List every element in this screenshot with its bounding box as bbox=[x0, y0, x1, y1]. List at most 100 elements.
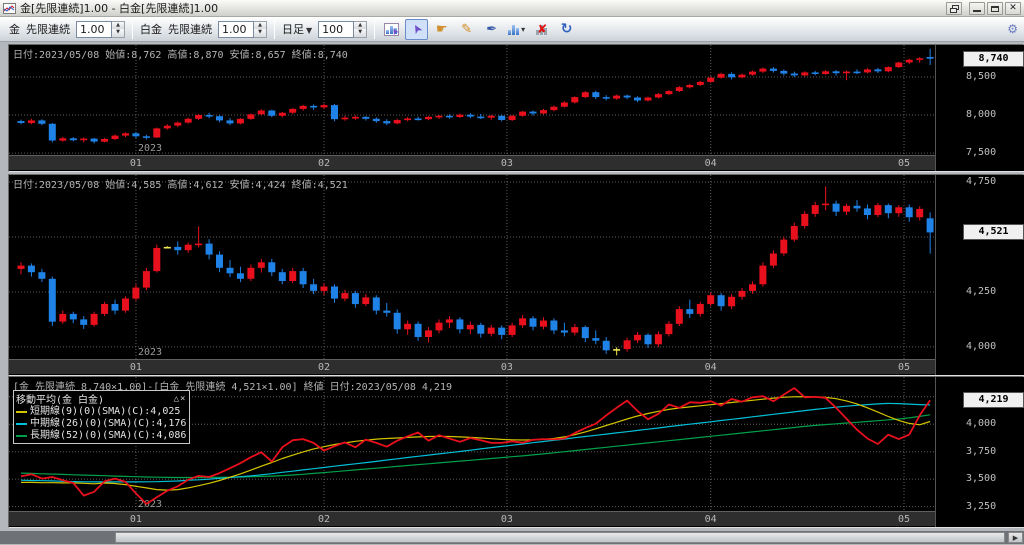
bar-count-value[interactable]: 100 bbox=[318, 20, 355, 38]
window-title: 金[先限連続]1.00 - 白金[先限連続]1.00 bbox=[20, 2, 219, 15]
x-axis-strip: 01 02 03 04 05 bbox=[9, 359, 935, 374]
spinner-arrows[interactable]: ▲ ▼ bbox=[254, 20, 267, 38]
chart-panel-1: 2023 日付:2023/05/08 始値:8,762 高値:8,870 安値:8… bbox=[8, 44, 1024, 172]
title-bar: 金[先限連続]1.00 - 白金[先限連続]1.00 ✕ bbox=[0, 0, 1024, 17]
legend-label: 短期線(9)(0)(SMA)(C):4,025 bbox=[30, 406, 181, 417]
x-axis-month-label: 02 bbox=[318, 514, 331, 525]
y-axis-tick-label: 3,750 bbox=[966, 445, 997, 457]
scrollbar-right-arrow[interactable]: ▶ bbox=[1008, 532, 1023, 543]
indicator-delete-button-icon: ✘ bbox=[536, 21, 548, 36]
plot-area-2[interactable]: 2023 bbox=[9, 175, 935, 359]
bar-count-spinner[interactable]: 100 ▲ ▼ bbox=[318, 20, 368, 38]
y-axis-tick-label: 7,500 bbox=[966, 147, 997, 159]
float-window-button[interactable] bbox=[946, 1, 962, 15]
legend-label: 中期線(26)(0)(SMA)(C):4,176 bbox=[30, 418, 187, 429]
tool-button-group: ➤ ➤ ☛ ✎ ✒ ▾ ✘ ↻ bbox=[379, 18, 579, 40]
legend-row: 中期線(26)(0)(SMA)(C):4,176 bbox=[16, 418, 186, 430]
x-axis-month-label: 05 bbox=[897, 514, 911, 525]
spin-down-icon[interactable]: ▼ bbox=[112, 29, 124, 37]
indicator-delete-button[interactable]: ✘ bbox=[530, 19, 553, 40]
pencil-tool[interactable]: ✎ bbox=[455, 19, 478, 40]
zoom-range-tool-icon: ➤ bbox=[384, 22, 402, 36]
y-axis-tick-label: 3,250 bbox=[966, 500, 997, 512]
symbol1-ratio-spinner[interactable]: 1.00 ▲ ▼ bbox=[76, 20, 125, 38]
maximize-button[interactable] bbox=[987, 1, 1003, 15]
x-axis-month-label: 03 bbox=[500, 514, 513, 525]
indicator-chart-button-icon: ▾ bbox=[508, 24, 525, 35]
y-axis-3: 4,2504,0003,7503,5003,2504,219 bbox=[935, 377, 1024, 527]
settings-wrench-icon[interactable]: ⚙ bbox=[1007, 22, 1018, 36]
symbol1-label: 金 bbox=[9, 23, 20, 36]
interval-combo[interactable]: 日足 ▼ bbox=[282, 21, 312, 37]
y-axis-tick-label: 8,500 bbox=[966, 70, 997, 82]
x-axis-month-label: 03 bbox=[500, 362, 513, 373]
y-axis-tick-label: 4,250 bbox=[966, 285, 997, 297]
legend-color-swatch bbox=[16, 435, 27, 437]
select-tool[interactable]: ➤ bbox=[405, 18, 429, 40]
legend-color-swatch bbox=[16, 411, 27, 413]
y-axis-1: 8,500 8,000 7,500 8,740 bbox=[935, 45, 1024, 171]
spin-up-icon[interactable]: ▲ bbox=[354, 21, 367, 29]
x-axis-month-label: 01 bbox=[129, 362, 142, 373]
app-chart-icon bbox=[3, 2, 16, 14]
horizontal-scrollbar[interactable]: ▶ bbox=[0, 531, 1024, 544]
symbol2-series-label: 先限連続 bbox=[168, 23, 212, 36]
spinner-arrows[interactable]: ▲ ▼ bbox=[112, 20, 125, 38]
chevron-down-icon: ▾ bbox=[521, 24, 526, 34]
toolbar-separator bbox=[274, 19, 275, 39]
toolbar-separator bbox=[132, 19, 133, 39]
refresh-button[interactable]: ↻ bbox=[555, 19, 578, 40]
legend-color-swatch bbox=[16, 423, 27, 425]
scrollbar-thumb[interactable] bbox=[115, 532, 1005, 543]
plot-area-1[interactable]: 2023 bbox=[9, 45, 935, 155]
svg-text:2023: 2023 bbox=[138, 347, 162, 358]
ohlc-info-line: 日付:2023/05/08 始値:4,585 高値:4,612 安値:4,424… bbox=[13, 180, 348, 191]
y-axis-tick-label: 4,750 bbox=[966, 176, 997, 188]
current-price-box: 4,521 bbox=[964, 225, 1023, 240]
zoom-range-tool[interactable]: ➤ bbox=[380, 19, 403, 40]
pen-tool[interactable]: ✒ bbox=[480, 19, 503, 40]
y-axis-2: 4,750 4,250 4,000 4,521 bbox=[935, 175, 1024, 375]
spin-down-icon[interactable]: ▼ bbox=[254, 29, 266, 37]
x-axis-month-label: 05 bbox=[897, 362, 911, 373]
moving-average-legend: 移動平均(金 白金) △× 短期線(9)(0)(SMA)(C):4,025 中期線(2… bbox=[13, 390, 191, 444]
legend-row: 長期線(52)(0)(SMA)(C):4,086 bbox=[16, 430, 186, 442]
chart-panel-2: 2023 日付:2023/05/08 始値:4,585 高値:4,612 安値:4… bbox=[8, 174, 1024, 376]
symbol2-ratio-value[interactable]: 1.00 bbox=[218, 20, 254, 38]
spin-down-icon[interactable]: ▼ bbox=[354, 29, 367, 37]
spin-up-icon[interactable]: ▲ bbox=[112, 21, 124, 29]
y-axis-tick-label: 8,000 bbox=[966, 109, 997, 121]
refresh-button-icon: ↻ bbox=[560, 21, 573, 37]
minimize-button[interactable] bbox=[969, 1, 985, 15]
legend-close-button[interactable]: × bbox=[180, 394, 186, 404]
x-axis-month-label: 02 bbox=[318, 362, 331, 373]
spinner-arrows[interactable]: ▲ ▼ bbox=[354, 20, 368, 38]
hand-tool[interactable]: ☛ bbox=[430, 19, 453, 40]
x-axis-strip: 01 02 03 04 05 bbox=[9, 511, 935, 526]
spin-up-icon[interactable]: ▲ bbox=[254, 21, 266, 29]
pen-tool-icon: ✒ bbox=[486, 21, 498, 37]
svg-text:2023: 2023 bbox=[138, 143, 162, 154]
delete-x-icon: ✘ bbox=[537, 21, 548, 36]
close-button[interactable]: ✕ bbox=[1005, 1, 1021, 15]
hand-tool-icon: ☛ bbox=[435, 21, 448, 37]
x-axis-month-label: 05 bbox=[897, 158, 911, 169]
legend-title: 移動平均(金 白金) bbox=[16, 395, 105, 406]
symbol2-ratio-spinner[interactable]: 1.00 ▲ ▼ bbox=[218, 20, 267, 38]
ohlc-info-line: 日付:2023/05/08 始値:8,762 高値:8,870 安値:8,657… bbox=[13, 50, 348, 61]
current-price-box: 4,219 bbox=[964, 393, 1023, 408]
x-axis-strip: 01 02 03 04 05 bbox=[9, 155, 935, 170]
pencil-tool-icon: ✎ bbox=[461, 21, 473, 37]
legend-row: 短期線(9)(0)(SMA)(C):4,025 bbox=[16, 406, 186, 418]
x-axis-month-label: 01 bbox=[129, 158, 142, 169]
symbol1-ratio-value[interactable]: 1.00 bbox=[76, 20, 112, 38]
indicator-chart-button[interactable]: ▾ bbox=[505, 19, 528, 40]
x-axis-month-label: 01 bbox=[129, 514, 142, 525]
x-axis-month-label: 04 bbox=[704, 158, 717, 169]
toolbar: 金 先限連続 1.00 ▲ ▼ 白金 先限連続 1.00 ▲ ▼ 日足 ▼ 100 ▲… bbox=[0, 17, 1024, 42]
chart-panel-3: 2023 [金 先限連続 8,740×1.00]-[白金 先限連続 4,521×1… bbox=[8, 376, 1024, 528]
select-tool-icon: ➤ bbox=[408, 21, 426, 37]
x-axis-month-label: 04 bbox=[704, 514, 717, 525]
toolbar-separator bbox=[374, 19, 376, 39]
legend-label: 長期線(52)(0)(SMA)(C):4,086 bbox=[30, 430, 187, 441]
